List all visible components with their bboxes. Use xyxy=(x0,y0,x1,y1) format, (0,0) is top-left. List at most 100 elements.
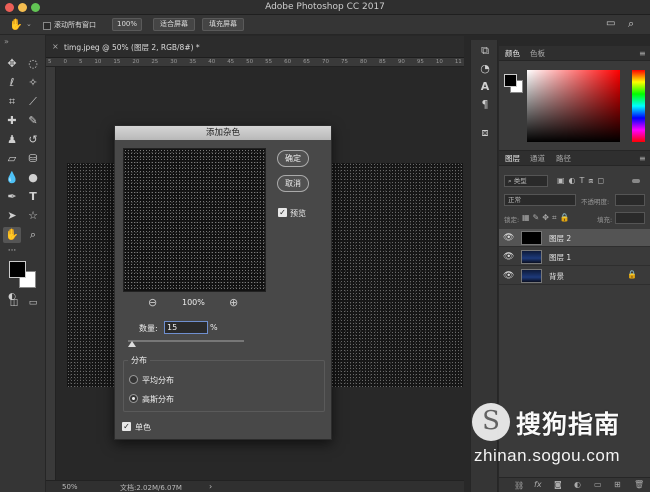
ok-button[interactable]: 确定 xyxy=(277,150,309,167)
layer-mask-icon[interactable]: ◙ xyxy=(554,480,562,489)
hue-slider[interactable] xyxy=(632,70,645,142)
ruler-mark: 30 xyxy=(170,59,178,65)
cancel-button[interactable]: 取消 xyxy=(277,175,309,192)
link-layers-icon[interactable]: ⛓ xyxy=(514,481,524,490)
tab-paths[interactable]: 路径 xyxy=(556,153,571,164)
path-selection-tool-icon[interactable]: ➤ xyxy=(3,208,21,224)
ruler-mark: 65 xyxy=(303,59,311,65)
lasso-tool-icon[interactable]: ℓ xyxy=(3,75,21,91)
zoom-out-icon[interactable]: ⊖ xyxy=(148,296,157,309)
color-field[interactable] xyxy=(527,70,620,142)
paint-bucket-tool-icon[interactable]: ⛁ xyxy=(24,151,42,167)
filter-kind-select[interactable]: ⌕ 类型 xyxy=(504,175,548,187)
screen-mode-icon[interactable]: ▭ xyxy=(24,295,42,311)
horizontal-ruler: 5 0 5 10 15 20 25 30 35 40 45 50 55 60 65 70 75 80 85 90 95 1… xyxy=(46,58,464,67)
tab-layers[interactable]: 图层 xyxy=(505,153,520,164)
adjustments-panel-icon[interactable]: ◔ xyxy=(478,62,492,76)
visibility-eye-icon[interactable]: 👁 xyxy=(503,233,514,243)
zoom-readout[interactable]: 50% xyxy=(62,483,78,491)
crop-tool-icon[interactable]: ⌗ xyxy=(3,94,21,110)
marquee-tool-icon[interactable]: ◌ xyxy=(24,56,42,72)
lock-icons[interactable]: ▦✎✥⌗🔒 xyxy=(522,213,572,223)
layer-style-icon[interactable]: fx xyxy=(534,480,542,489)
move-tool-icon[interactable]: ✥ xyxy=(3,56,21,72)
hand-icon[interactable]: ✋ xyxy=(9,18,23,31)
close-document-icon[interactable]: × xyxy=(52,42,59,51)
foreground-color-swatch[interactable] xyxy=(9,261,26,278)
status-bar: 50% 文档:2.02M/6.07M › xyxy=(46,480,464,492)
amount-input[interactable]: 15 xyxy=(164,321,208,334)
filter-toggle-icon[interactable] xyxy=(632,179,640,183)
watermark-brand: 搜狗指南 xyxy=(516,410,621,439)
status-menu-chevron-icon[interactable]: › xyxy=(209,482,212,491)
collapse-icon[interactable]: » xyxy=(4,37,9,46)
amount-slider-thumb[interactable] xyxy=(128,341,137,347)
ruler-mark: 35 xyxy=(189,59,197,65)
brush-tool-icon[interactable]: ✎ xyxy=(24,113,42,129)
new-layer-icon[interactable]: ⊞ xyxy=(614,480,621,489)
dodge-tool-icon[interactable]: ● xyxy=(24,170,42,186)
monochromatic-checkbox[interactable]: ✓ xyxy=(122,422,131,431)
foreground-color-swatch-small[interactable] xyxy=(504,74,517,87)
filter-kind-value: 类型 xyxy=(513,177,527,185)
amount-slider-track[interactable] xyxy=(128,340,244,342)
visibility-eye-icon[interactable]: 👁 xyxy=(503,271,514,281)
more-tools-icon[interactable]: ··· xyxy=(3,243,21,259)
opacity-label: 不透明度: xyxy=(581,198,610,206)
type-tool-icon[interactable]: T xyxy=(24,189,42,205)
quick-mask-mode-icon[interactable]: ◫ xyxy=(5,295,23,311)
search-icon[interactable]: ⌕ xyxy=(628,17,634,31)
scroll-all-label: 滚动所有窗口 xyxy=(54,21,96,29)
pen-tool-icon[interactable]: ✒ xyxy=(3,189,21,205)
tab-channels[interactable]: 通道 xyxy=(530,153,545,164)
eraser-tool-icon[interactable]: ▱ xyxy=(3,151,21,167)
uniform-radio[interactable] xyxy=(129,375,138,384)
eyedropper-tool-icon[interactable]: ⟋ xyxy=(24,94,42,110)
opacity-input[interactable] xyxy=(615,194,645,206)
uniform-label: 平均分布 xyxy=(142,376,174,385)
layer-filter-icons[interactable]: ▣◐T⧈◻ xyxy=(557,176,608,186)
shape-tool-icon[interactable]: ☆ xyxy=(24,208,42,224)
app-title: Adobe Photoshop CC 2017 xyxy=(265,2,385,12)
layer-row-layer1[interactable]: 👁 图层 1 xyxy=(499,248,650,266)
noise-preview[interactable] xyxy=(123,148,266,292)
lock-label: 锁定: xyxy=(504,216,520,224)
fit-screen-button[interactable]: 适合屏幕 xyxy=(153,18,195,31)
fill-input[interactable] xyxy=(615,212,645,224)
panel-menu-icon[interactable]: ≡ xyxy=(639,49,646,58)
zoom-in-icon[interactable]: ⊕ xyxy=(229,296,238,309)
workspace-icon[interactable]: ▭ xyxy=(606,18,615,29)
chevron-down-icon[interactable]: ⌄ xyxy=(26,20,32,28)
adjustment-layer-icon[interactable]: ◐ xyxy=(574,480,581,489)
panel-menu-icon[interactable]: ≡ xyxy=(639,154,646,163)
scroll-all-checkbox[interactable] xyxy=(43,21,51,30)
history-panel-icon[interactable]: ⧉ xyxy=(478,44,492,58)
delete-layer-icon[interactable]: 🗑 xyxy=(634,480,644,489)
visibility-eye-icon[interactable]: 👁 xyxy=(503,252,514,262)
fill-screen-button[interactable]: 填充屏幕 xyxy=(202,18,244,31)
gaussian-label: 高斯分布 xyxy=(142,395,174,404)
blur-tool-icon[interactable]: 💧 xyxy=(3,170,21,186)
ruler-mark: 45 xyxy=(227,59,235,65)
tab-swatches[interactable]: 色板 xyxy=(530,48,545,59)
tab-color[interactable]: 颜色 xyxy=(505,48,520,59)
gaussian-radio[interactable] xyxy=(129,394,138,403)
dialog-title: 添加杂色 xyxy=(115,126,331,140)
healing-brush-tool-icon[interactable]: ✚ xyxy=(3,113,21,129)
clone-stamp-tool-icon[interactable]: ♟ xyxy=(3,132,21,148)
properties-panel-icon[interactable]: ⧈ xyxy=(478,126,492,140)
new-group-icon[interactable]: ▭ xyxy=(594,480,602,489)
paragraph-panel-icon[interactable]: ¶ xyxy=(478,98,492,112)
document-tab-title[interactable]: timg.jpeg @ 50% (图层 2, RGB/8#) * xyxy=(64,42,200,53)
blend-mode-select[interactable]: 正常 xyxy=(504,194,576,206)
layers-panel-tabs: 图层 通道 路径 ≡ xyxy=(499,151,650,166)
zoom-tool-icon[interactable]: ⌕ xyxy=(24,227,42,243)
preview-checkbox[interactable]: ✓ xyxy=(278,208,287,217)
history-brush-tool-icon[interactable]: ↺ xyxy=(24,132,42,148)
zoom-100-button[interactable]: 100% xyxy=(112,18,142,31)
layer-row-background[interactable]: 👁 背景 🔒 xyxy=(499,267,650,285)
hand-tool-icon[interactable]: ✋ xyxy=(3,227,21,243)
layer-row-layer2[interactable]: 👁 图层 2 xyxy=(499,229,650,247)
character-panel-icon[interactable]: A xyxy=(478,80,492,94)
magic-wand-tool-icon[interactable]: ✧ xyxy=(24,75,42,91)
